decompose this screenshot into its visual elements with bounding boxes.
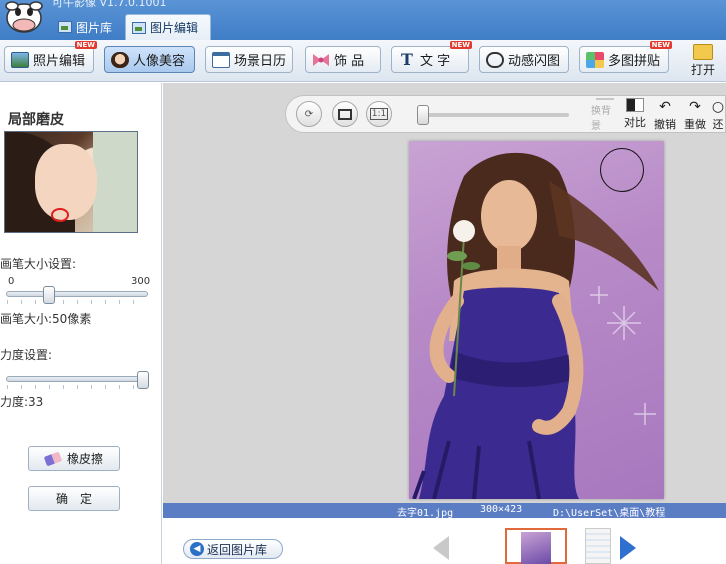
picture-icon <box>58 21 72 33</box>
undo-button[interactable]: ↶ 撤销 <box>651 98 679 131</box>
animated-flash-button[interactable]: 动感闪图 <box>479 46 569 73</box>
panel-title: 局部磨皮 <box>8 112 64 128</box>
main-toolbar: 照片编辑 NEW 人像美容 场景日历 饰 品 T 文 字 NEW 动感闪图 多图… <box>0 40 726 82</box>
open-button[interactable]: 打开 <box>684 44 722 80</box>
compare-button[interactable]: 对比 <box>621 98 649 130</box>
status-dimensions: 300×423 <box>480 504 523 515</box>
previous-arrow-icon[interactable] <box>433 536 449 560</box>
tool-label: 重做 <box>684 118 706 131</box>
button-label: 饰 品 <box>334 54 365 69</box>
status-bar: 去字01.jpg 300×423 D:\UserSet\桌面\教程 <box>163 503 726 519</box>
text-icon: T <box>401 49 413 69</box>
eraser-label: 橡皮擦 <box>66 452 103 466</box>
tool-label: 换背景 <box>591 106 611 132</box>
tab-photo-edit[interactable]: 图片编辑 <box>125 14 211 40</box>
button-label: 人像美容 <box>133 54 186 69</box>
search-icon: ○ <box>711 99 725 115</box>
portrait-beauty-button[interactable]: 人像美容 <box>104 46 195 73</box>
new-badge: NEW <box>74 41 97 49</box>
rotate-button[interactable]: ⟳ <box>296 101 322 127</box>
text-button[interactable]: T 文 字 NEW <box>391 41 472 73</box>
back-label: 返回图片库 <box>207 542 268 557</box>
fit-screen-button[interactable] <box>332 101 358 127</box>
open-label: 打开 <box>690 63 715 77</box>
strength-slider-handle[interactable] <box>137 371 149 389</box>
brush-size-label: 画笔大小设置: <box>0 257 77 271</box>
tab-label: 图片编辑 <box>150 21 199 35</box>
picture-icon <box>132 21 146 34</box>
eraser-icon <box>43 451 63 466</box>
portrait-beauty-icon <box>111 51 129 68</box>
accessories-button[interactable]: 饰 品 <box>305 46 381 73</box>
redo-button[interactable]: ↷ 重做 <box>681 98 709 131</box>
arrow-left-icon: ◀ <box>190 542 204 556</box>
tool-label: 撤销 <box>654 118 676 131</box>
brush-min-label: 0 <box>8 276 15 287</box>
scene-calendar-button[interactable]: 场景日历 <box>205 46 293 73</box>
strength-readout: 力度:33 <box>0 395 44 409</box>
brush-cursor <box>600 148 644 192</box>
undo-icon: ↶ <box>659 99 671 115</box>
left-panel: 局部磨皮 画笔大小设置: 0 300 画笔大小:50像素 力度设置: 力度:33… <box>0 83 162 564</box>
tool-label: 还 <box>712 118 724 130</box>
filmstrip-thumbnail-selected[interactable] <box>505 528 567 564</box>
red-brush-marker-icon <box>51 208 69 222</box>
redo-icon: ↷ <box>689 99 701 115</box>
collage-button[interactable]: 多图拼贴 NEW <box>579 41 672 73</box>
tab-label: 图片库 <box>76 20 113 35</box>
confirm-button[interactable]: 确 定 <box>28 486 120 511</box>
strength-label: 力度设置: <box>0 348 53 362</box>
brush-size-slider-handle[interactable] <box>43 286 55 304</box>
bow-icon <box>312 52 330 68</box>
new-badge: NEW <box>449 41 472 49</box>
brush-size-slider[interactable] <box>6 286 148 304</box>
actual-size-label: 1:1 <box>369 108 389 120</box>
button-label: 多图拼贴 <box>608 54 661 69</box>
animated-icon <box>486 51 504 68</box>
portrait-thumbnail[interactable] <box>4 131 138 233</box>
rotate-icon: ⟳ <box>304 108 314 120</box>
new-badge: NEW <box>649 41 672 49</box>
brush-size-readout: 画笔大小:50像素 <box>0 312 92 326</box>
filmstrip-thumbnail[interactable] <box>585 528 611 564</box>
back-to-library-button[interactable]: ◀ 返回图片库 <box>183 539 283 559</box>
folder-icon <box>693 44 713 60</box>
monitor-icon <box>338 108 352 120</box>
app-title: 可牛影像 V1.7.0.1001 <box>52 0 167 9</box>
calendar-icon <box>212 51 230 68</box>
title-bar: 可牛影像 V1.7.0.1001 图片库 图片编辑 <box>0 0 726 40</box>
actual-size-button[interactable]: 1:1 <box>366 101 392 127</box>
collage-icon <box>586 51 604 68</box>
view-toolbar: ⟳ 1:1 换背景 对比 ↶ 撤销 ↷ 重做 ○ 还 <box>285 95 726 133</box>
status-path: D:\UserSet\桌面\教程 <box>553 508 666 519</box>
zoom-slider[interactable] <box>421 113 569 117</box>
button-label: 文 字 <box>420 54 451 69</box>
cow-logo-icon <box>2 0 46 36</box>
button-label: 场景日历 <box>234 54 287 69</box>
background-icon <box>596 98 614 100</box>
edited-photo[interactable] <box>409 141 664 499</box>
button-label: 动感闪图 <box>508 54 561 69</box>
strength-slider[interactable] <box>6 371 149 389</box>
brush-max-label: 300 <box>131 276 151 287</box>
confirm-label: 确 定 <box>55 492 92 506</box>
tab-photo-library[interactable]: 图片库 <box>52 14 122 40</box>
change-background-button[interactable]: 换背景 <box>591 98 619 132</box>
button-label: 照片编辑 <box>33 54 86 69</box>
zoom-slider-handle[interactable] <box>417 105 429 125</box>
eraser-button[interactable]: 橡皮擦 <box>28 446 120 471</box>
status-filename: 去字01.jpg <box>397 508 454 519</box>
restore-button[interactable]: ○ 还 <box>709 98 726 130</box>
photo-edit-icon <box>11 51 29 68</box>
photo-edit-button[interactable]: 照片编辑 NEW <box>4 41 97 73</box>
compare-icon <box>626 98 644 112</box>
tool-label: 对比 <box>624 116 646 129</box>
next-arrow-icon[interactable] <box>620 536 636 560</box>
